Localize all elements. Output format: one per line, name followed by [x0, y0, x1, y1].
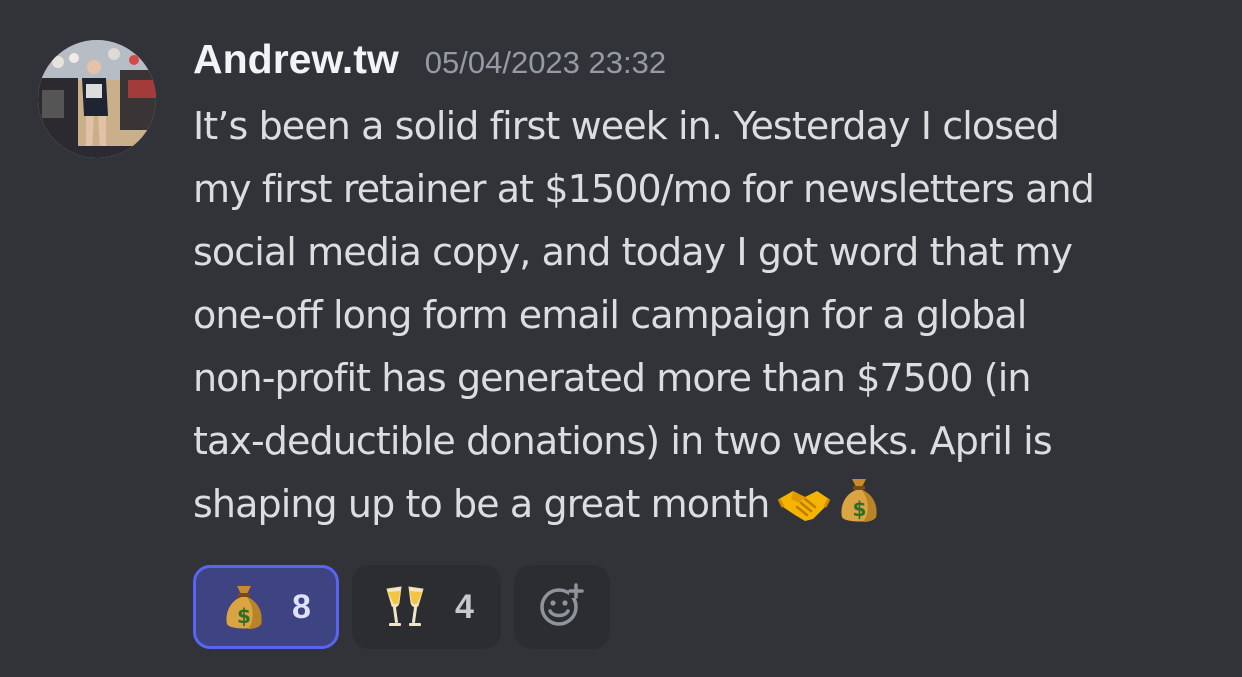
message-line: one-off long form email campaign for a g… [193, 293, 1027, 337]
message-timestamp: 05/04/2023 23:32 [424, 45, 667, 80]
money-bag-icon: $ [224, 582, 264, 632]
message-content: It’s been a solid first week in. Yesterd… [193, 95, 1223, 544]
clinking-glasses-icon [383, 583, 427, 631]
reactions-bar: $ 8 4 [193, 565, 610, 649]
message-last-line: shaping up to be a great month $ [193, 473, 1223, 544]
chat-message: Andrew.tw 05/04/2023 23:32 It’s been a s… [0, 0, 1242, 677]
message-line: social media copy, and today I got word … [193, 230, 1073, 274]
reaction-clinking-glasses[interactable]: 4 [352, 565, 501, 649]
add-reaction-button[interactable] [514, 565, 610, 649]
handshake-icon [777, 481, 831, 544]
message-line-text: shaping up to be a great month [193, 482, 770, 526]
reaction-count: 8 [292, 587, 311, 626]
reaction-money-bag[interactable]: $ 8 [193, 565, 339, 649]
user-avatar[interactable] [38, 40, 156, 158]
message-line: It’s been a solid first week in. Yesterd… [193, 104, 1060, 148]
avatar-photo [38, 40, 156, 158]
message-line: non-profit has generated more than $7500… [193, 356, 1031, 400]
add-reaction-icon [539, 582, 585, 632]
money-bag-icon: $ [839, 475, 879, 544]
message-line: tax-deductible donations) in two weeks. … [193, 419, 1053, 463]
svg-text:$: $ [237, 604, 251, 628]
username[interactable]: Andrew.tw [193, 36, 399, 83]
svg-text:$: $ [853, 497, 866, 521]
reaction-count: 4 [455, 587, 474, 626]
message-header: Andrew.tw 05/04/2023 23:32 [193, 36, 666, 86]
message-line: my first retainer at $1500/mo for newsle… [193, 167, 1095, 211]
